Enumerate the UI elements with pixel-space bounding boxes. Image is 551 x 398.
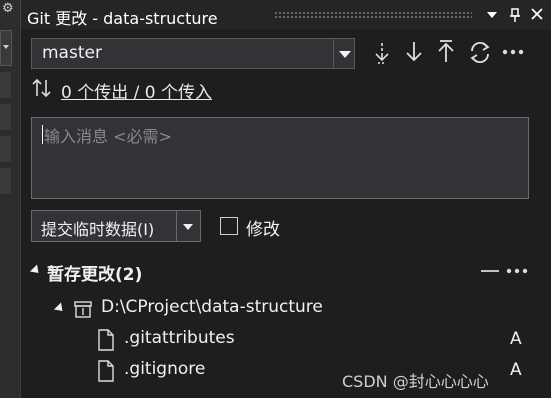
file-status-added: A — [510, 329, 522, 349]
dock-segment — [0, 72, 11, 99]
file-status-added: A — [510, 360, 522, 380]
chevron-down-icon[interactable] — [183, 224, 193, 230]
repo-path: D:\CProject\data-structure — [101, 297, 323, 317]
checkbox-box[interactable] — [220, 217, 238, 235]
sync-icon[interactable] — [467, 37, 493, 67]
commit-message-placeholder: 输入消息 <必需> — [44, 127, 172, 146]
split-separator — [176, 211, 177, 241]
push-icon[interactable] — [433, 37, 459, 67]
fetch-icon[interactable] — [369, 37, 395, 67]
chevron-down-icon[interactable] — [339, 51, 351, 58]
dropdown-separator — [333, 39, 334, 68]
close-icon[interactable] — [526, 3, 548, 27]
staged-changes-header[interactable]: 暂存更改(2) — [29, 259, 541, 285]
collapse-all-icon[interactable] — [479, 261, 501, 281]
incoming-outgoing-icon — [31, 76, 53, 102]
file-row[interactable]: .gitattributes — [97, 326, 537, 354]
file-icon — [97, 360, 115, 386]
watermark-text: CSDN @封心心心心 — [342, 372, 489, 391]
pin-icon[interactable] — [504, 3, 526, 27]
gear-icon[interactable]: ⚙ — [2, 2, 14, 16]
git-changes-panel: Git 更改 - data-structure master 0 个传出 / 0… — [21, 0, 551, 398]
dock-segment — [0, 168, 11, 195]
repository-icon — [73, 299, 93, 323]
left-dock-strip: ⚙ — [0, 0, 21, 398]
file-name: .gitignore — [124, 359, 206, 379]
pull-icon[interactable] — [401, 37, 427, 67]
dock-segment — [0, 136, 11, 163]
branch-name: master — [42, 43, 102, 63]
commit-button-label: 提交临时数据(I) — [41, 220, 155, 239]
expand-triangle-icon[interactable] — [53, 302, 67, 315]
repo-tree-node[interactable]: D:\CProject\data-structure — [53, 295, 535, 323]
staged-changes-title: 暂存更改(2) — [47, 265, 143, 285]
expand-triangle-icon[interactable] — [29, 264, 43, 277]
outgoing-incoming-link[interactable]: 0 个传出 / 0 个传入 — [61, 78, 212, 103]
file-icon — [97, 329, 115, 355]
branch-dropdown[interactable]: master — [31, 38, 355, 69]
more-icon[interactable] — [505, 261, 529, 281]
file-name: .gitattributes — [124, 328, 235, 348]
panel-title: Git 更改 - data-structure — [27, 9, 218, 28]
dock-dropdown[interactable] — [0, 30, 12, 66]
amend-label: 修改 — [246, 220, 280, 240]
text-cursor — [42, 125, 43, 144]
commit-message-input[interactable]: 输入消息 <必需> — [31, 117, 529, 199]
window-menu-chevron-icon[interactable] — [481, 3, 503, 27]
more-icon[interactable] — [500, 37, 526, 67]
dock-segment — [0, 104, 11, 131]
panel-titlebar: Git 更改 - data-structure — [21, 0, 551, 30]
commit-staged-button[interactable]: 提交临时数据(I) — [31, 210, 201, 242]
titlebar-grip[interactable] — [274, 11, 472, 19]
